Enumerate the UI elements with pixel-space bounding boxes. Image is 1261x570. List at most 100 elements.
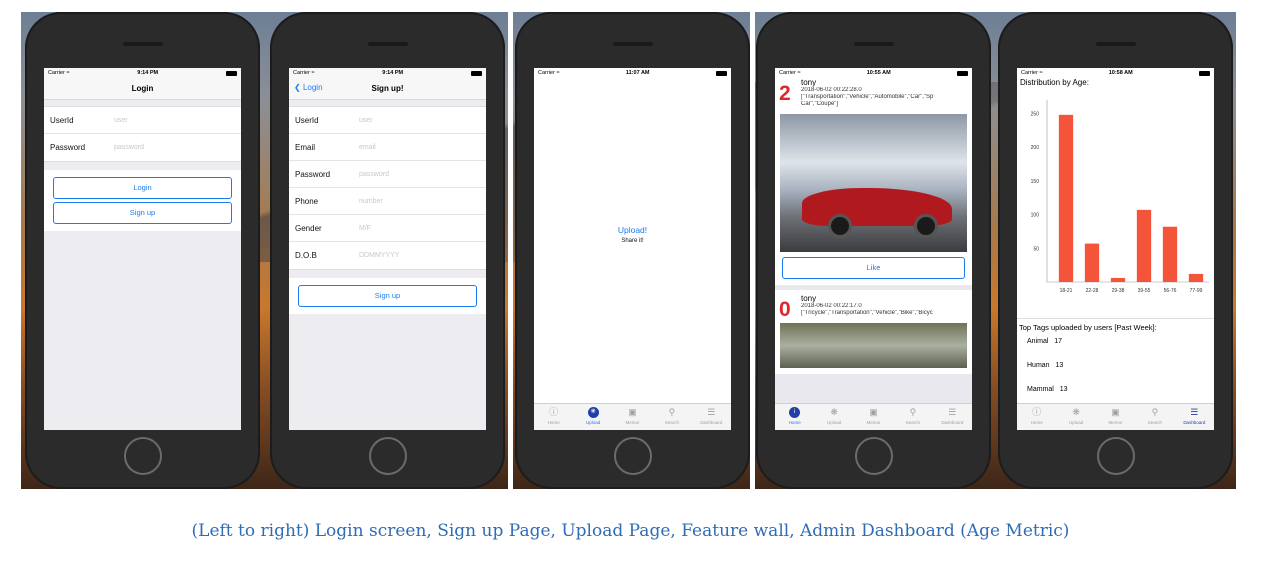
field-label: D.O.B — [295, 251, 317, 260]
tab-search[interactable]: ⚲ Search — [1135, 404, 1174, 430]
top-tags: Top Tags uploaded by users [Past Week]: … — [1017, 318, 1214, 410]
phone-feed: Carrier ≈ 10:55 AM 2 tony 2018-06-02 00:… — [756, 12, 991, 489]
status-time: 10:58 AM — [1108, 70, 1133, 76]
status-bar: Carrier ≈ 10:55 AM — [775, 68, 972, 78]
info-icon: ⓘ — [1032, 407, 1042, 417]
bar — [1136, 209, 1152, 282]
status-time: 10:55 AM — [866, 70, 891, 76]
tab-memor[interactable]: ▣ Memor — [854, 404, 893, 430]
y-tick-label: 250 — [1031, 111, 1040, 117]
like-count: 2 — [779, 82, 791, 105]
search-icon: ⚲ — [668, 407, 676, 417]
feed-post: 2 tony 2018-06-02 00:22:28.0 ["Transport… — [775, 78, 972, 285]
field-placeholder: password — [114, 144, 144, 151]
field-label: Gender — [295, 223, 322, 233]
aperture-icon: ❋ — [587, 407, 599, 418]
field-label: Password — [50, 143, 86, 152]
tab-dashboard[interactable]: ☰ Dashboard — [1175, 404, 1214, 430]
x-tick-label: 39-55 — [1138, 288, 1151, 294]
phone-login: Carrier ≈ 9:14 PM Login UserId user Pass… — [25, 12, 260, 489]
bar — [1162, 226, 1178, 282]
nav-bar: Login — [44, 78, 241, 100]
status-bar: Carrier ≈ 11:07 AM — [534, 68, 731, 78]
info-icon: ⓘ — [549, 407, 559, 417]
memo-icon: ▣ — [1111, 407, 1120, 417]
tab-bar: i Home ❋ Upload ▣ Memor ⚲ Search ☰ Dashboard — [775, 403, 972, 430]
tab-bar: ⓘ Home ❋ Upload ▣ Memor ⚲ Search ☰ Dashboard — [534, 403, 731, 430]
password-field[interactable]: Password password — [289, 161, 486, 188]
signup-submit-button[interactable]: Sign up — [298, 285, 477, 307]
tab-search[interactable]: ⚲ Search — [652, 404, 691, 430]
x-tick-label: 56-76 — [1164, 288, 1177, 294]
upload-link[interactable]: Upload! — [534, 225, 731, 235]
tab-home[interactable]: i Home — [775, 404, 814, 430]
feed-post: 0 tony 2018-06-02 00:22:17.0 ["Tricycle"… — [775, 290, 972, 374]
bar — [1188, 273, 1204, 282]
userid-field[interactable]: UserId user — [289, 107, 486, 134]
gender-field[interactable]: Gender M/F — [289, 215, 486, 242]
login-button[interactable]: Login — [53, 177, 232, 199]
chart-title: Distribution by Age: — [1017, 78, 1214, 90]
tab-dashboard[interactable]: ☰ Dashboard — [692, 404, 731, 430]
x-tick-label: 18-21 — [1060, 288, 1073, 294]
age-chart-svg: 50 100 150 200 250 18-21 22-28 29-38 39-55 56-76 7… — [1031, 100, 1209, 294]
back-button[interactable]: ❮ Login — [294, 83, 323, 92]
phone-field[interactable]: Phone number — [289, 188, 486, 215]
dashboard-screen: Carrier ≈ 10:58 AM Distribution by Age: … — [1017, 68, 1214, 430]
bar — [1058, 114, 1074, 283]
tab-upload[interactable]: ❋ Upload — [1056, 404, 1095, 430]
tab-dashboard[interactable]: ☰ Dashboard — [933, 404, 972, 430]
home-button[interactable] — [123, 437, 162, 475]
signup-button[interactable]: Sign up — [53, 202, 232, 224]
signup-form: UserId user Email email Password password P… — [289, 106, 486, 270]
login-form: UserId user Password password — [44, 106, 241, 162]
battery-icon — [225, 70, 237, 76]
tab-home[interactable]: ⓘ Home — [1017, 404, 1056, 430]
tab-upload[interactable]: ❋ Upload — [814, 404, 853, 430]
post-timestamp: 2018-06-02 00:22:28.0 — [801, 87, 862, 93]
image-divider — [750, 12, 755, 489]
x-tick-label: 29-38 — [1112, 288, 1125, 294]
home-button[interactable] — [1096, 437, 1135, 475]
memo-icon: ▣ — [628, 407, 637, 417]
email-field[interactable]: Email email — [289, 134, 486, 161]
home-button[interactable] — [368, 437, 407, 475]
signup-screen: Carrier ≈ 9:14 PM ❮ Login Sign up! UserI… — [289, 68, 486, 430]
battery-icon — [470, 70, 482, 76]
page-title: Sign up! — [371, 84, 404, 93]
field-label: UserId — [50, 115, 74, 125]
home-button[interactable] — [613, 437, 652, 475]
like-button[interactable]: Like — [782, 257, 965, 279]
home-button[interactable] — [854, 437, 893, 475]
field-label: Phone — [295, 196, 319, 206]
userid-field[interactable]: UserId user — [44, 107, 241, 134]
status-bar: Carrier ≈ 10:58 AM — [1017, 68, 1214, 78]
sliders-icon: ☰ — [948, 407, 957, 417]
y-tick-label: 200 — [1031, 145, 1040, 151]
tab-upload[interactable]: ❋ Upload — [573, 404, 612, 430]
y-tick-label: 100 — [1031, 213, 1040, 219]
bar — [1084, 243, 1100, 282]
tab-memor[interactable]: ▣ Memor — [1096, 404, 1135, 430]
tab-search[interactable]: ⚲ Search — [893, 404, 932, 430]
nav-bar: ❮ Login Sign up! — [289, 78, 486, 100]
tab-memor[interactable]: ▣ Memor — [613, 404, 652, 430]
password-field[interactable]: Password password — [44, 134, 241, 161]
field-placeholder: number — [359, 197, 383, 205]
tag-row: Human 13 — [1027, 362, 1064, 369]
phone-dashboard: Carrier ≈ 10:58 AM Distribution by Age: … — [998, 12, 1233, 489]
dob-field[interactable]: D.O.B DDMMYYYY — [289, 242, 486, 269]
status-bar: Carrier ≈ 9:14 PM — [44, 68, 241, 78]
y-tick-label: 150 — [1031, 179, 1040, 185]
tag-row: Animal 17 — [1027, 338, 1063, 345]
tags-title: Top Tags uploaded by users [Past Week]: — [1019, 323, 1157, 332]
page-title: Login — [131, 84, 154, 93]
battery-icon — [716, 70, 727, 76]
field-placeholder: DDMMYYYY — [359, 252, 400, 259]
post-tags: ["Tricycle","Transportation","Vehicle","… — [801, 310, 933, 316]
tab-home[interactable]: ⓘ Home — [534, 404, 573, 430]
y-tick-label: 50 — [1033, 246, 1039, 252]
field-placeholder: email — [359, 143, 376, 151]
post-tags-cont: Car","Coupe"] — [801, 101, 839, 107]
status-bar: Carrier ≈ 9:14 PM — [289, 68, 486, 78]
